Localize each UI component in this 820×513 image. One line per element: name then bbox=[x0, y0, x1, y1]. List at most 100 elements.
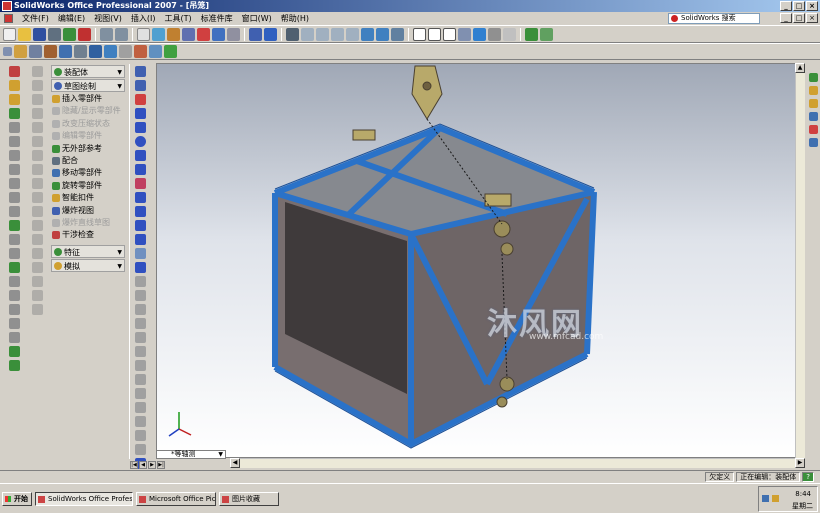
revolved-cut-icon[interactable] bbox=[8, 136, 20, 147]
untrim-surface-icon[interactable] bbox=[31, 276, 43, 287]
cmd-hide-show-component[interactable]: 隐藏/显示零部件 bbox=[49, 105, 127, 117]
cmd-insert-component[interactable]: 插入零部件 bbox=[49, 93, 127, 105]
first-tab-button[interactable]: |◀ bbox=[130, 461, 138, 469]
rapid-sketch-icon[interactable] bbox=[135, 444, 146, 455]
point-icon[interactable] bbox=[135, 234, 146, 245]
hole-series-icon[interactable] bbox=[74, 45, 87, 58]
hidden-lines-removed-icon[interactable] bbox=[443, 27, 456, 41]
arc-icon[interactable] bbox=[135, 164, 146, 175]
cmd-no-external-references[interactable]: 无外部参考 bbox=[49, 143, 127, 155]
group-simulation[interactable]: 模拟 ▼ bbox=[51, 258, 125, 272]
task-solidworks[interactable]: SolidWorks Office Profes... bbox=[35, 491, 133, 506]
sweep-icon[interactable] bbox=[8, 94, 20, 105]
cmd-change-suppression[interactable]: 改变压缩状态 bbox=[49, 118, 127, 130]
revolve-boss-icon[interactable] bbox=[8, 80, 20, 91]
photoworks-icon[interactable] bbox=[212, 27, 225, 41]
loft-icon[interactable] bbox=[8, 108, 20, 119]
surface-sweep-icon[interactable] bbox=[31, 94, 43, 105]
smartmates-icon[interactable] bbox=[44, 45, 57, 58]
ruled-surface-icon[interactable] bbox=[31, 262, 43, 273]
search-icon[interactable] bbox=[808, 112, 818, 121]
reference-geometry-icon[interactable] bbox=[264, 27, 277, 41]
design-library-icon[interactable] bbox=[808, 86, 818, 95]
shell-icon[interactable] bbox=[8, 220, 20, 231]
delete-face-icon[interactable] bbox=[31, 206, 43, 217]
tangent-arc-icon[interactable] bbox=[135, 178, 146, 189]
surface-loft-icon[interactable] bbox=[31, 108, 43, 119]
graphics-area[interactable]: 沐风网 www.mfcad.com bbox=[156, 63, 805, 458]
group-sketch[interactable]: 草图绘制 ▼ bbox=[51, 79, 125, 92]
spline-icon[interactable] bbox=[135, 220, 146, 231]
group-features[interactable]: 特征 ▼ bbox=[51, 244, 125, 258]
menu-file[interactable]: 文件(F) bbox=[22, 13, 49, 24]
circle-icon[interactable] bbox=[135, 136, 146, 147]
polygon-icon[interactable] bbox=[135, 150, 146, 161]
scroll-up-button[interactable]: ▲ bbox=[795, 63, 805, 73]
add-relation-icon[interactable] bbox=[135, 402, 146, 413]
move-face-icon[interactable] bbox=[31, 304, 43, 315]
three-point-arc-icon[interactable] bbox=[135, 192, 146, 203]
sketch-icon[interactable] bbox=[135, 66, 146, 77]
menu-view[interactable]: 视图(V) bbox=[94, 13, 122, 24]
simulation-icon[interactable] bbox=[164, 45, 177, 58]
hidden-lines-visible-icon[interactable] bbox=[428, 27, 441, 41]
redo-icon[interactable] bbox=[115, 27, 128, 41]
scroll-right-button[interactable]: ▶ bbox=[795, 458, 805, 468]
extrude-boss-icon[interactable] bbox=[8, 66, 20, 77]
curves-icon[interactable] bbox=[8, 346, 20, 357]
plane-icon[interactable] bbox=[135, 276, 146, 287]
pin-icon[interactable] bbox=[3, 47, 12, 56]
horizontal-scrollbar[interactable]: ◀ ▶ bbox=[230, 458, 805, 468]
view-orientation-icon[interactable] bbox=[391, 27, 404, 41]
zoom-area-icon[interactable] bbox=[316, 27, 329, 41]
zoom-to-fit-icon[interactable] bbox=[152, 27, 165, 41]
shadows-icon[interactable] bbox=[488, 27, 501, 41]
extend-entities-icon[interactable] bbox=[135, 332, 146, 343]
draft-icon[interactable] bbox=[8, 234, 20, 245]
mirror-entities-icon[interactable] bbox=[135, 360, 146, 371]
print-icon[interactable] bbox=[48, 27, 61, 41]
rebuild-icon[interactable] bbox=[63, 27, 76, 41]
dome-icon[interactable] bbox=[8, 262, 20, 273]
reference-plane-icon[interactable] bbox=[8, 318, 20, 329]
save-icon[interactable] bbox=[33, 27, 46, 41]
layers-icon[interactable] bbox=[227, 27, 240, 41]
wireframe-icon[interactable] bbox=[413, 27, 426, 41]
3d-sketch-icon[interactable] bbox=[135, 80, 146, 91]
mass-properties-icon[interactable] bbox=[149, 45, 162, 58]
maximize-button[interactable]: □ bbox=[793, 1, 805, 11]
move-entities-icon[interactable] bbox=[135, 346, 146, 357]
rectangle-icon[interactable] bbox=[135, 122, 146, 133]
extend-surface-icon[interactable] bbox=[31, 164, 43, 175]
sketch-toggle-icon[interactable] bbox=[286, 27, 299, 41]
centerline-icon[interactable] bbox=[135, 206, 146, 217]
mirror-feature-icon[interactable] bbox=[8, 304, 20, 315]
start-button[interactable]: 开始 bbox=[2, 491, 32, 506]
fillet-icon[interactable] bbox=[8, 178, 20, 189]
trim-surface-icon[interactable] bbox=[31, 150, 43, 161]
thicken-icon[interactable] bbox=[31, 234, 43, 245]
display-relations-icon[interactable] bbox=[135, 416, 146, 427]
offset-surface-icon[interactable] bbox=[31, 122, 43, 133]
menu-help[interactable]: 帮助(H) bbox=[281, 13, 309, 24]
replace-face-icon[interactable] bbox=[31, 220, 43, 231]
task-picture-manager[interactable]: Microsoft Office Picture ... bbox=[136, 491, 216, 506]
menu-insert[interactable]: 插入(I) bbox=[131, 13, 156, 24]
interference-icon[interactable] bbox=[119, 45, 132, 58]
measure-icon[interactable] bbox=[134, 45, 147, 58]
instant3d-icon[interactable] bbox=[8, 360, 20, 371]
surface-extrude-icon[interactable] bbox=[31, 66, 43, 77]
grid-icon[interactable] bbox=[182, 27, 195, 41]
planar-surface-icon[interactable] bbox=[31, 192, 43, 203]
new-icon[interactable] bbox=[3, 27, 16, 41]
standard-views-icon[interactable] bbox=[249, 27, 262, 41]
swept-cut-icon[interactable] bbox=[8, 150, 20, 161]
options-icon[interactable] bbox=[78, 27, 91, 41]
cmd-edit-component[interactable]: 编辑零部件 bbox=[49, 130, 127, 142]
edit-component-icon[interactable] bbox=[14, 45, 27, 58]
materials-icon[interactable] bbox=[167, 27, 180, 41]
circular-sketch-pattern-icon[interactable] bbox=[135, 388, 146, 399]
shaded-icon[interactable] bbox=[473, 27, 486, 41]
radiate-surface-icon[interactable] bbox=[31, 248, 43, 259]
mirror-icon[interactable] bbox=[104, 45, 117, 58]
